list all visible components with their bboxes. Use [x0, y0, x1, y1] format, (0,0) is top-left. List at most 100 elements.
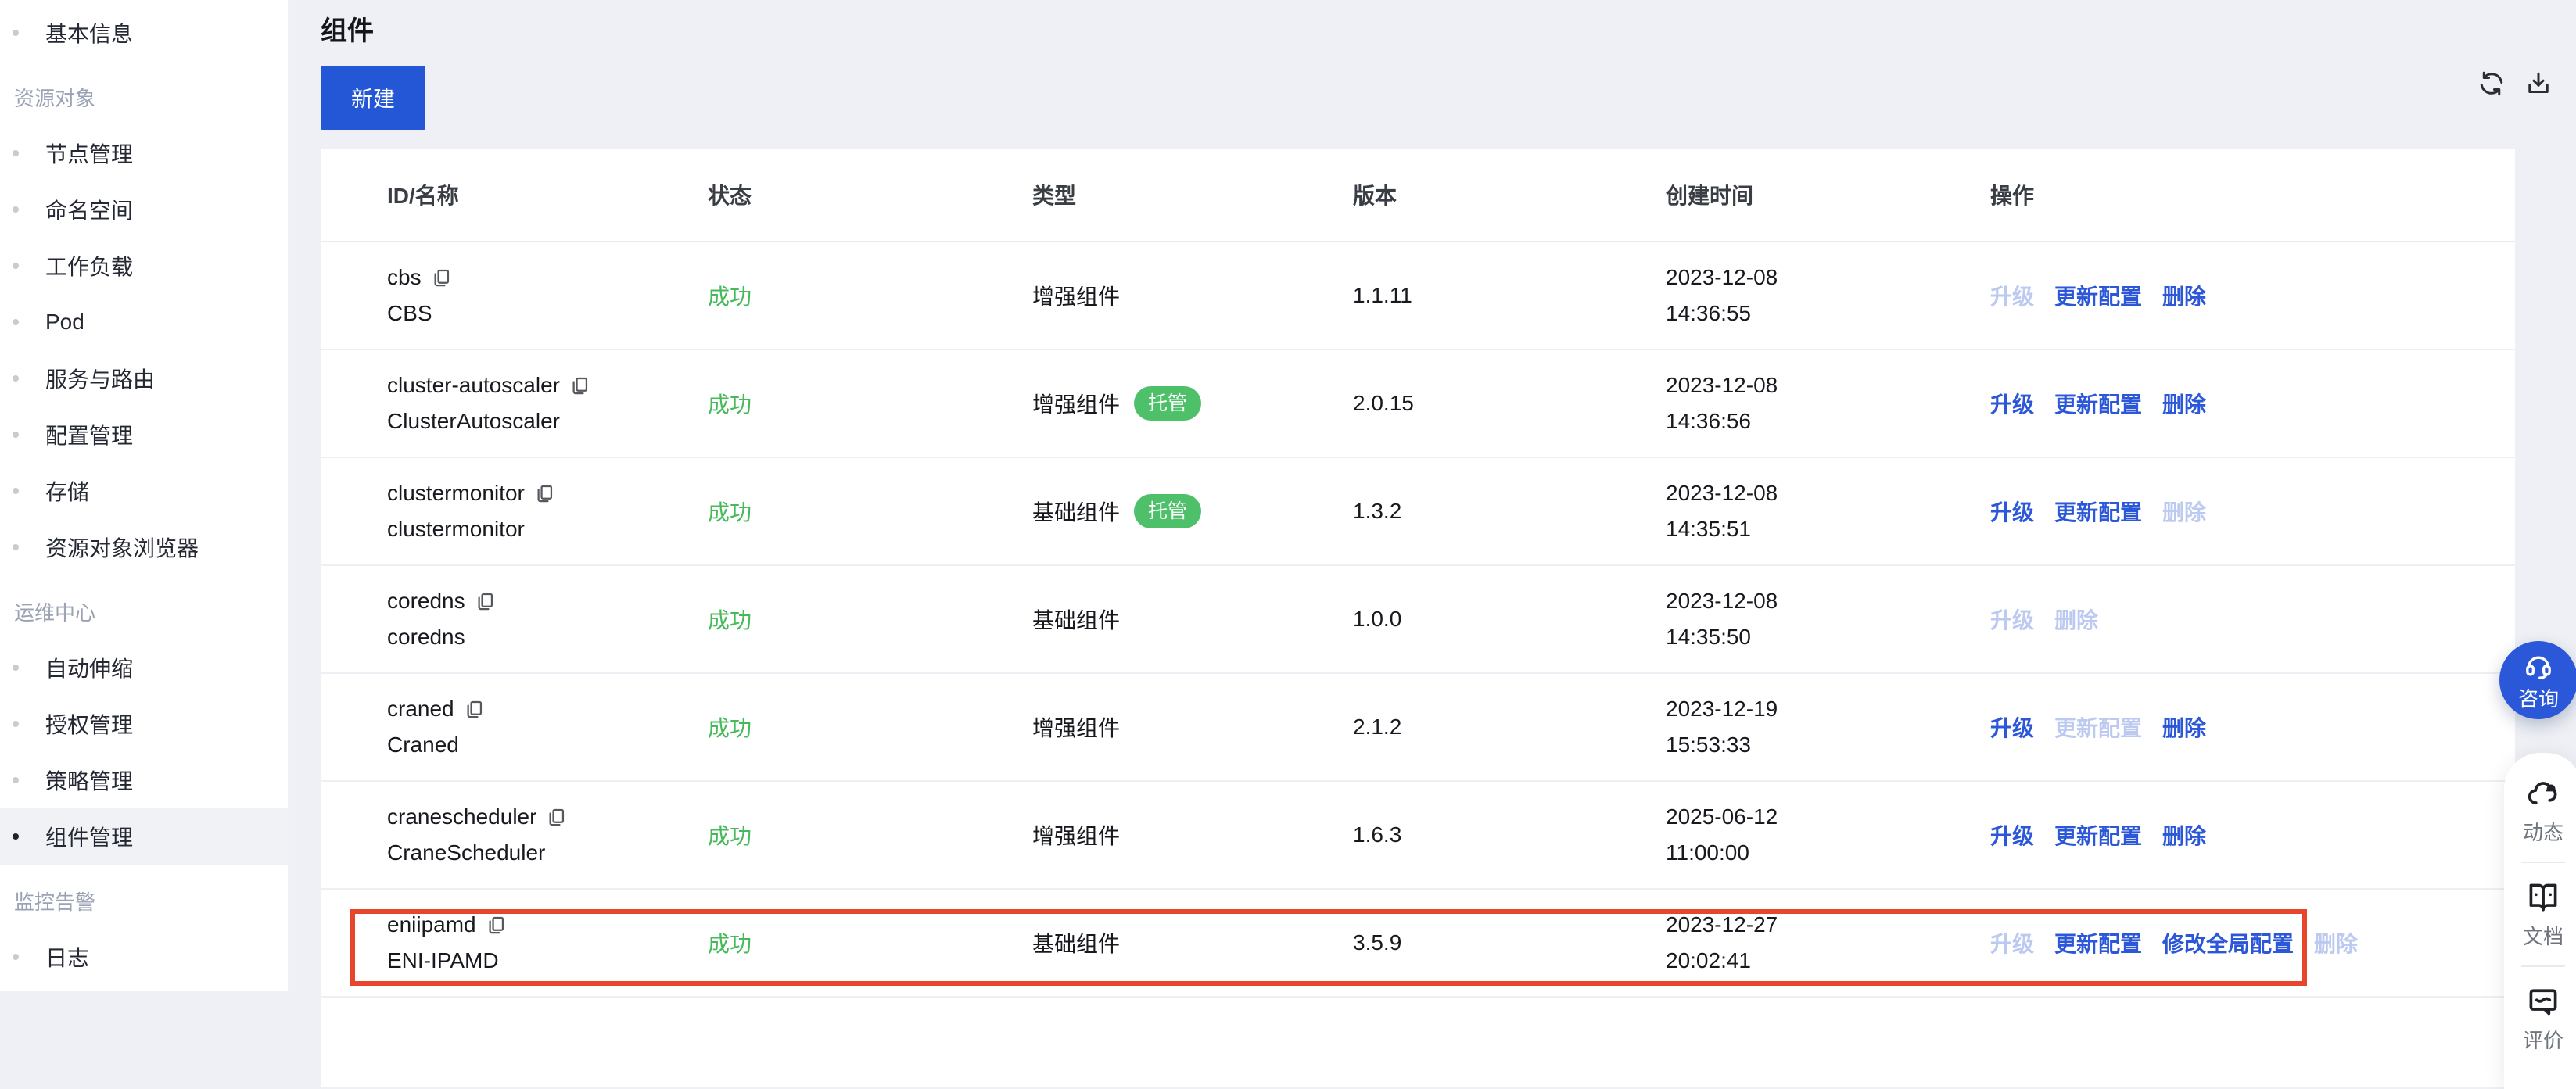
- status-text: 成功: [708, 824, 752, 848]
- component-name: ENI-IPAMD: [387, 943, 708, 979]
- refresh-button[interactable]: [2477, 70, 2506, 98]
- sidebar-item[interactable]: 自动伸缩: [0, 639, 296, 696]
- sidebar-item-label: 命名空间: [45, 194, 133, 225]
- cloud-bell-icon: [2526, 776, 2560, 815]
- component-id: cluster-autoscaler: [387, 367, 560, 403]
- sidebar-item-label: 策略管理: [45, 765, 133, 796]
- sidebar-item[interactable]: 基本信息: [0, 5, 296, 61]
- status-text: 成功: [708, 285, 752, 309]
- component-id: eniipamd: [387, 907, 476, 943]
- sidebar-item[interactable]: 策略管理: [0, 752, 296, 808]
- float-item-docs[interactable]: 文档: [2523, 880, 2563, 948]
- sidebar-list: 基本信息资源对象节点管理命名空间工作负载Pod服务与路由配置管理存储资源对象浏览…: [0, 5, 296, 985]
- consult-button[interactable]: 咨询: [2499, 641, 2576, 719]
- copy-icon[interactable]: [431, 267, 452, 288]
- action-link-enabled[interactable]: 升级: [1990, 496, 2034, 527]
- float-item-feedback[interactable]: 评价: [2523, 984, 2563, 1052]
- column-header: ID/名称: [387, 179, 708, 210]
- type-text: 基础组件: [1032, 496, 1120, 527]
- action-link-disabled: 删除: [2054, 604, 2098, 635]
- cell-actions: 升级更新配置修改全局配置删除: [1990, 927, 2484, 958]
- cell-created-time: 2023-12-2720:02:41: [1666, 907, 1990, 979]
- action-link-enabled[interactable]: 删除: [2162, 711, 2206, 743]
- cell-status: 成功: [708, 280, 1032, 311]
- status-text: 成功: [708, 716, 752, 740]
- column-header: 版本: [1353, 179, 1666, 210]
- component-name: CraneScheduler: [387, 835, 708, 871]
- action-link-enabled[interactable]: 更新配置: [2054, 819, 2142, 851]
- action-link-enabled[interactable]: 升级: [1990, 819, 2034, 851]
- copy-icon[interactable]: [569, 375, 590, 396]
- type-text: 基础组件: [1032, 604, 1120, 635]
- action-link-enabled[interactable]: 更新配置: [2054, 388, 2142, 419]
- cell-version: 1.3.2: [1353, 499, 1666, 524]
- sidebar-item[interactable]: 节点管理: [0, 125, 296, 181]
- table-row: cluster-autoscalerClusterAutoscaler成功增强组…: [321, 350, 2515, 458]
- sidebar-item[interactable]: 资源对象浏览器: [0, 519, 296, 575]
- float-item-label: 动态: [2523, 821, 2563, 844]
- sidebar-item[interactable]: 命名空间: [0, 181, 296, 238]
- create-button[interactable]: 新建: [321, 66, 425, 130]
- created-clock: 14:35:51: [1666, 511, 1990, 547]
- column-header: 状态: [708, 179, 1032, 210]
- status-text: 成功: [708, 500, 752, 525]
- download-button[interactable]: [2524, 70, 2553, 98]
- sidebar-item[interactable]: 配置管理: [0, 407, 296, 463]
- action-link-disabled: 升级: [1990, 604, 2034, 635]
- created-clock: 20:02:41: [1666, 943, 1990, 979]
- action-link-enabled[interactable]: 升级: [1990, 388, 2034, 419]
- sidebar-item[interactable]: 日志: [0, 929, 296, 985]
- cell-id-name: corednscoredns: [387, 583, 708, 655]
- action-link-enabled[interactable]: 更新配置: [2054, 927, 2142, 958]
- created-date: 2023-12-27: [1666, 907, 1990, 943]
- created-date: 2023-12-08: [1666, 260, 1990, 296]
- component-name: ClusterAutoscaler: [387, 403, 708, 439]
- cell-type: 基础组件: [1032, 927, 1353, 958]
- column-header: 创建时间: [1666, 179, 1990, 210]
- copy-icon[interactable]: [464, 699, 485, 720]
- copy-icon[interactable]: [475, 591, 496, 612]
- sidebar-item[interactable]: 存储: [0, 463, 296, 519]
- cell-type: 增强组件: [1032, 280, 1353, 311]
- action-link-enabled[interactable]: 删除: [2162, 388, 2206, 419]
- headset-icon: [2523, 650, 2554, 686]
- sidebar: 基本信息资源对象节点管理命名空间工作负载Pod服务与路由配置管理存储资源对象浏览…: [0, 0, 296, 991]
- cell-actions: 升级更新配置删除: [1990, 819, 2484, 851]
- copy-icon[interactable]: [546, 807, 567, 828]
- sidebar-item[interactable]: 工作负载: [0, 238, 296, 294]
- main-panel: 组件 新建 ID/名称状态类型版本创建时间操作 cbsCBS成功增强组件1.1.…: [296, 0, 2576, 991]
- copy-icon[interactable]: [486, 915, 507, 936]
- created-clock: 14:36:56: [1666, 403, 1990, 439]
- cell-actions: 升级删除: [1990, 604, 2484, 635]
- sidebar-item-label: 节点管理: [45, 138, 133, 169]
- component-id: clustermonitor: [387, 475, 525, 511]
- bullet-icon: [13, 954, 19, 960]
- action-link-enabled[interactable]: 更新配置: [2054, 496, 2142, 527]
- column-header: 类型: [1032, 179, 1353, 210]
- sidebar-item-label: 自动伸缩: [45, 652, 133, 683]
- type-text: 增强组件: [1032, 280, 1120, 311]
- sidebar-scrollbar[interactable]: [288, 0, 296, 991]
- action-link-enabled[interactable]: 更新配置: [2054, 280, 2142, 311]
- float-item-news[interactable]: 动态: [2523, 776, 2563, 844]
- action-link-enabled[interactable]: 修改全局配置: [2162, 927, 2294, 958]
- status-text: 成功: [708, 608, 752, 632]
- cell-id-name: cranedCraned: [387, 691, 708, 763]
- created-date: 2023-12-19: [1666, 691, 1990, 727]
- sidebar-item-label: 工作负载: [45, 250, 133, 281]
- cell-actions: 升级更新配置删除: [1990, 496, 2484, 527]
- cell-actions: 升级更新配置删除: [1990, 711, 2484, 743]
- bullet-icon: [13, 488, 19, 494]
- sidebar-item-active[interactable]: 组件管理: [0, 808, 296, 865]
- copy-icon[interactable]: [534, 483, 555, 504]
- sidebar-item[interactable]: Pod: [0, 294, 296, 350]
- action-link-enabled[interactable]: 升级: [1990, 711, 2034, 743]
- action-link-enabled[interactable]: 删除: [2162, 819, 2206, 851]
- action-link-enabled[interactable]: 删除: [2162, 280, 2206, 311]
- cell-actions: 升级更新配置删除: [1990, 388, 2484, 419]
- sidebar-item[interactable]: 授权管理: [0, 696, 296, 752]
- float-item-label: 评价: [2523, 1029, 2563, 1052]
- sidebar-item[interactable]: 服务与路由: [0, 350, 296, 407]
- action-link-disabled: 删除: [2162, 496, 2206, 527]
- created-date: 2025-06-12: [1666, 799, 1990, 835]
